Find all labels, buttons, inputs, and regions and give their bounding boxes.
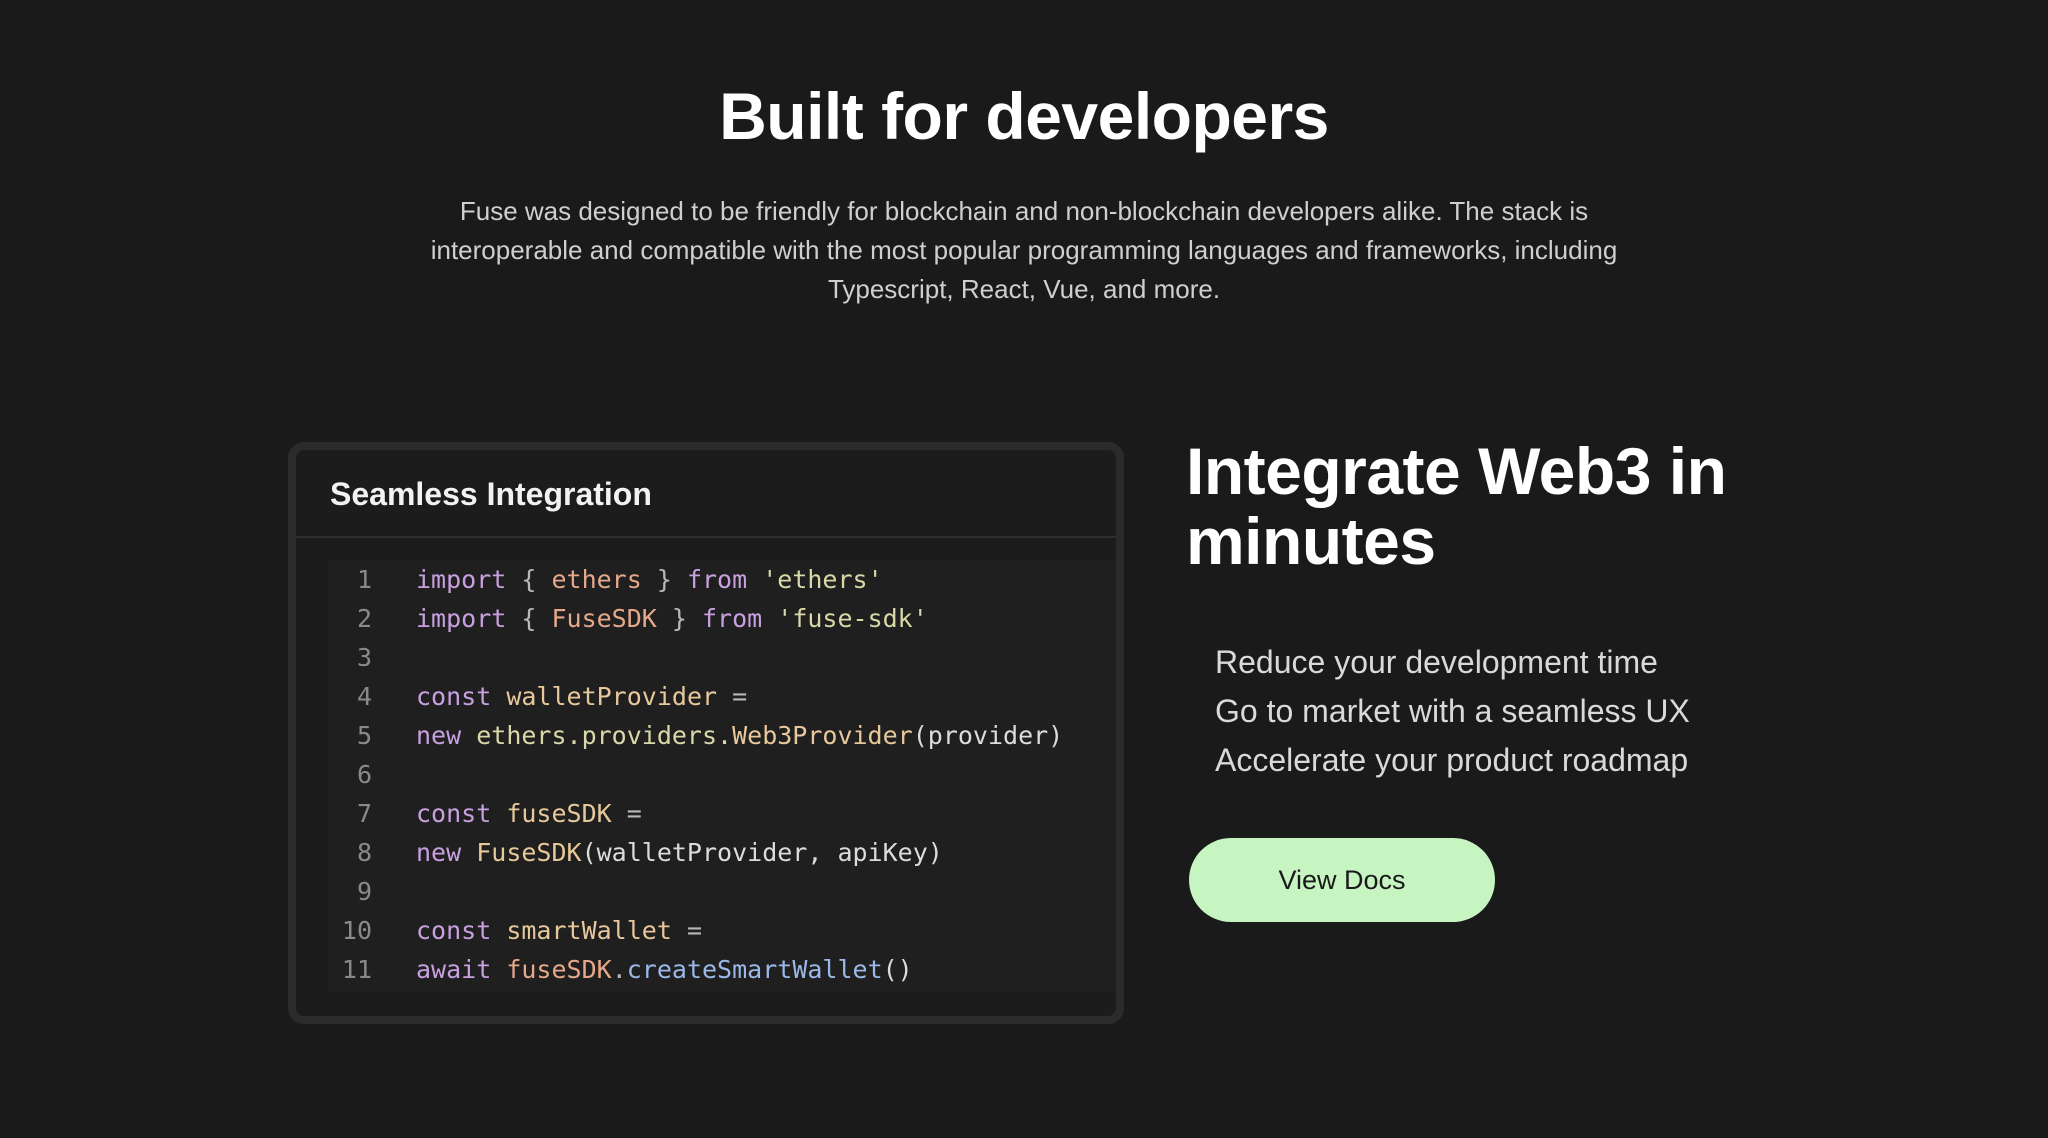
- code-text: const walletProvider =: [416, 677, 747, 716]
- line-number: 6: [356, 760, 372, 789]
- code-text: new ethers.providers.Web3Provider(provid…: [416, 716, 1063, 755]
- code-token: }: [656, 604, 702, 633]
- feature-title-line: Integrate Web3 in: [1186, 434, 1727, 508]
- line-number: 5: [356, 721, 372, 750]
- code-line: 4 const walletProvider =: [328, 677, 1116, 716]
- description-line: Typescript, React, Vue, and more.: [827, 274, 1221, 304]
- code-token: 'fuse-sdk': [777, 604, 928, 633]
- line-number: 1: [356, 565, 372, 594]
- code-line: 3: [328, 638, 1116, 677]
- code-text: new FuseSDK(walletProvider, apiKey): [416, 833, 943, 872]
- code-token: FuseSDK: [551, 604, 657, 633]
- code-token: const: [416, 682, 492, 711]
- code-line: 6: [328, 755, 1116, 794]
- line-number: 3: [356, 643, 372, 672]
- code-token: 'ethers': [762, 565, 883, 594]
- line-number: 8: [356, 838, 372, 867]
- code-token: fuseSDK: [506, 799, 612, 828]
- view-docs-button[interactable]: View Docs: [1189, 838, 1495, 922]
- line-number: 9: [356, 877, 372, 906]
- line-number: 2: [356, 604, 372, 633]
- code-token: walletProvider: [506, 682, 718, 711]
- feature-item: Go to market with a seamless UX: [1215, 693, 1690, 729]
- code-token: FuseSDK: [476, 838, 582, 867]
- code-token: createSmartWallet: [626, 955, 883, 984]
- description-line: Fuse was designed to be friendly for blo…: [459, 196, 1589, 226]
- code-token: new: [416, 721, 462, 750]
- code-token: import: [416, 565, 507, 594]
- code-line: 1 import { ethers } from 'ethers': [328, 560, 1116, 599]
- code-token: Web3Provider: [732, 721, 913, 750]
- code-text: await fuseSDK.createSmartWallet(): [416, 950, 913, 989]
- code-line: 2 import { FuseSDK } from 'fuse-sdk': [328, 599, 1116, 638]
- feature-item: Accelerate your product roadmap: [1215, 742, 1689, 778]
- code-token: (): [882, 955, 913, 984]
- line-number: 10: [341, 916, 372, 945]
- code-token: =: [611, 799, 642, 828]
- code-token: import: [416, 604, 507, 633]
- code-token: const: [416, 799, 492, 828]
- code-token: }: [641, 565, 687, 594]
- code-token: {: [506, 565, 552, 594]
- code-token: await: [416, 955, 492, 984]
- feature-list: Reduce your development time Go to marke…: [1215, 638, 1690, 785]
- line-number: 11: [341, 955, 372, 984]
- code-token: =: [717, 682, 748, 711]
- code-card: Seamless Integration 1 import { ethers } …: [288, 442, 1124, 1024]
- code-token: .: [611, 955, 627, 984]
- code-token: smartWallet: [506, 916, 672, 945]
- code-token: {: [506, 604, 552, 633]
- code-token: fuseSDK: [506, 955, 612, 984]
- code-text: import { ethers } from 'ethers': [416, 560, 883, 599]
- line-number: 4: [356, 682, 372, 711]
- code-token: const: [416, 916, 492, 945]
- code-token: =: [671, 916, 703, 945]
- code-token: from: [701, 604, 763, 633]
- code-line: 10 const smartWallet =: [328, 911, 1116, 950]
- feature-title: Integrate Web3 in minutes: [1186, 436, 1906, 576]
- code-line: 9: [328, 872, 1116, 911]
- code-token: new: [416, 838, 462, 867]
- code-card-title: Seamless Integration: [296, 450, 1116, 538]
- code-text: const smartWallet =: [416, 911, 702, 950]
- code-token: ethers: [551, 565, 642, 594]
- developers-section: Built for developers Fuse was designed t…: [0, 0, 2048, 1138]
- code-text: import { FuseSDK } from 'fuse-sdk': [416, 599, 928, 638]
- code-block: 1 import { ethers } from 'ethers' 2 import …: [328, 560, 1116, 992]
- code-token: (provider): [912, 721, 1064, 750]
- code-text: const fuseSDK =: [416, 794, 642, 833]
- code-token: from: [686, 565, 748, 594]
- code-line: 8 new FuseSDK(walletProvider, apiKey): [328, 833, 1116, 872]
- section-title: Built for developers: [719, 79, 1329, 153]
- code-line: 5 new ethers.providers.Web3Provider(provi…: [328, 716, 1116, 755]
- feature-title-line: minutes: [1186, 504, 1436, 578]
- code-token: ethers.providers.: [476, 721, 733, 750]
- section-description: Fuse was designed to be friendly for blo…: [374, 192, 1674, 309]
- code-token: (walletProvider, apiKey): [581, 838, 943, 867]
- line-number: 7: [356, 799, 372, 828]
- code-line: 11 await fuseSDK.createSmartWallet(): [328, 950, 1116, 989]
- feature-item: Reduce your development time: [1215, 644, 1658, 680]
- description-line: interoperable and compatible with the mo…: [430, 235, 1618, 265]
- code-line: 7 const fuseSDK =: [328, 794, 1116, 833]
